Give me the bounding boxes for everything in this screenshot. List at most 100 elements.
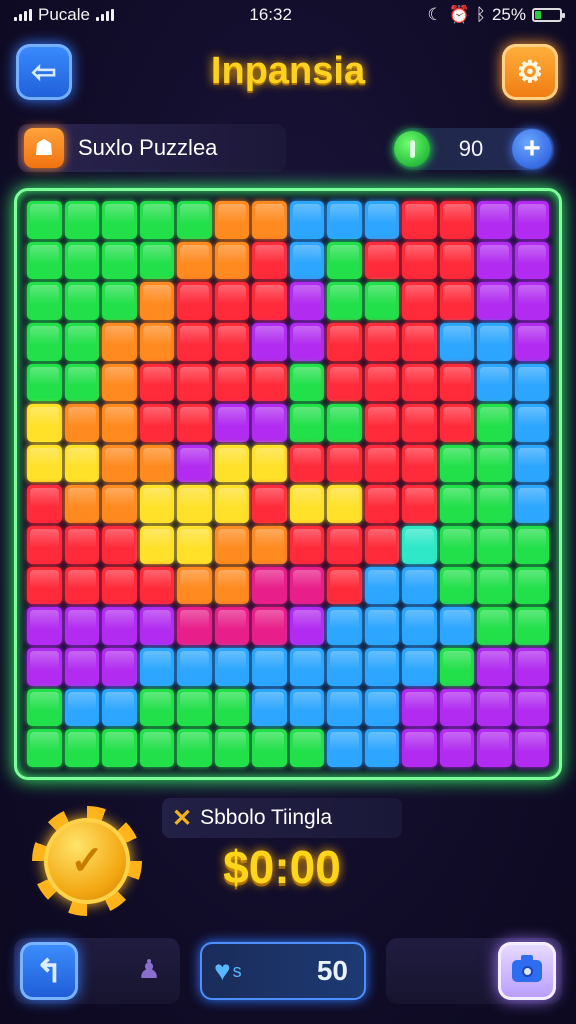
puzzle-piece[interactable] [252,688,287,727]
puzzle-piece[interactable] [477,282,512,320]
puzzle-piece[interactable] [64,201,99,239]
undo-button[interactable]: ↰ [20,942,78,1000]
puzzle-piece[interactable] [139,241,174,280]
puzzle-piece[interactable] [514,607,549,646]
puzzle-piece[interactable] [27,322,62,361]
puzzle-piece[interactable] [139,648,174,686]
puzzle-piece[interactable] [64,607,99,646]
puzzle-piece[interactable] [102,363,137,402]
puzzle-piece[interactable] [364,201,399,239]
puzzle-piece[interactable] [364,648,399,686]
puzzle-piece[interactable] [177,322,212,361]
puzzle-piece[interactable] [439,688,474,727]
puzzle-piece[interactable] [439,363,474,402]
puzzle-piece[interactable] [139,201,174,239]
puzzle-piece[interactable] [477,566,512,605]
puzzle-piece[interactable] [177,363,212,402]
puzzle-piece[interactable] [289,526,324,564]
puzzle-piece[interactable] [214,241,249,280]
puzzle-piece[interactable] [289,444,324,483]
puzzle-piece[interactable] [214,404,249,442]
puzzle-piece[interactable] [327,322,362,361]
puzzle-piece[interactable] [289,201,324,239]
puzzle-piece[interactable] [327,444,362,483]
puzzle-piece[interactable] [364,322,399,361]
puzzle-piece[interactable] [139,404,174,442]
puzzle-piece[interactable] [64,363,99,402]
puzzle-piece[interactable] [252,648,287,686]
puzzle-piece[interactable] [64,282,99,320]
puzzle-piece[interactable] [439,241,474,280]
puzzle-piece[interactable] [439,566,474,605]
puzzle-piece[interactable] [214,607,249,646]
puzzle-piece[interactable] [364,282,399,320]
puzzle-piece[interactable] [439,201,474,239]
puzzle-piece[interactable] [477,688,512,727]
puzzle-piece[interactable] [289,688,324,727]
puzzle-piece[interactable] [102,201,137,239]
puzzle-piece[interactable] [64,404,99,442]
puzzle-piece[interactable] [439,526,474,564]
puzzle-piece[interactable] [514,566,549,605]
puzzle-piece[interactable] [102,241,137,280]
puzzle-piece[interactable] [102,729,137,767]
puzzle-piece[interactable] [289,607,324,646]
puzzle-piece[interactable] [27,566,62,605]
puzzle-piece[interactable] [364,241,399,280]
puzzle-piece[interactable] [402,404,437,442]
puzzle-piece[interactable] [102,282,137,320]
puzzle-piece[interactable] [64,322,99,361]
puzzle-piece[interactable] [214,648,249,686]
puzzle-piece[interactable] [27,363,62,402]
puzzle-piece[interactable] [252,485,287,524]
camera-button[interactable] [498,942,556,1000]
mushroom-icon[interactable]: ☗ [24,128,64,168]
puzzle-piece[interactable] [477,607,512,646]
puzzle-piece[interactable] [139,729,174,767]
puzzle-piece[interactable] [139,444,174,483]
puzzle-piece[interactable] [139,322,174,361]
puzzle-piece[interactable] [177,282,212,320]
puzzle-piece[interactable] [27,607,62,646]
puzzle-piece[interactable] [289,241,324,280]
puzzle-piece[interactable] [327,282,362,320]
puzzle-piece[interactable] [402,363,437,402]
puzzle-piece[interactable] [364,404,399,442]
settings-button[interactable]: ⚙ [502,44,558,100]
puzzle-piece[interactable] [439,444,474,483]
puzzle-piece[interactable] [252,282,287,320]
puzzle-piece[interactable] [402,729,437,767]
puzzle-piece[interactable] [289,282,324,320]
puzzle-piece[interactable] [139,282,174,320]
puzzle-piece[interactable] [327,485,362,524]
character-icon[interactable]: ♟ [132,952,166,986]
puzzle-piece[interactable] [439,322,474,361]
puzzle-piece[interactable] [64,729,99,767]
puzzle-piece[interactable] [402,566,437,605]
puzzle-piece[interactable] [514,688,549,727]
puzzle-piece[interactable] [252,241,287,280]
puzzle-piece[interactable] [102,648,137,686]
puzzle-piece[interactable] [252,201,287,239]
puzzle-piece[interactable] [439,404,474,442]
puzzle-piece[interactable] [27,485,62,524]
puzzle-piece[interactable] [214,688,249,727]
puzzle-piece[interactable] [177,688,212,727]
puzzle-piece[interactable] [364,363,399,402]
puzzle-piece[interactable] [514,404,549,442]
puzzle-piece[interactable] [64,688,99,727]
puzzle-piece[interactable] [214,322,249,361]
puzzle-piece[interactable] [102,566,137,605]
puzzle-piece[interactable] [27,404,62,442]
puzzle-piece[interactable] [214,485,249,524]
puzzle-piece[interactable] [27,241,62,280]
puzzle-piece[interactable] [214,444,249,483]
puzzle-piece[interactable] [214,363,249,402]
puzzle-piece[interactable] [514,363,549,402]
puzzle-piece[interactable] [252,729,287,767]
puzzle-piece[interactable] [477,404,512,442]
puzzle-piece[interactable] [252,404,287,442]
puzzle-piece[interactable] [102,526,137,564]
puzzle-piece[interactable] [139,526,174,564]
puzzle-piece[interactable] [64,526,99,564]
